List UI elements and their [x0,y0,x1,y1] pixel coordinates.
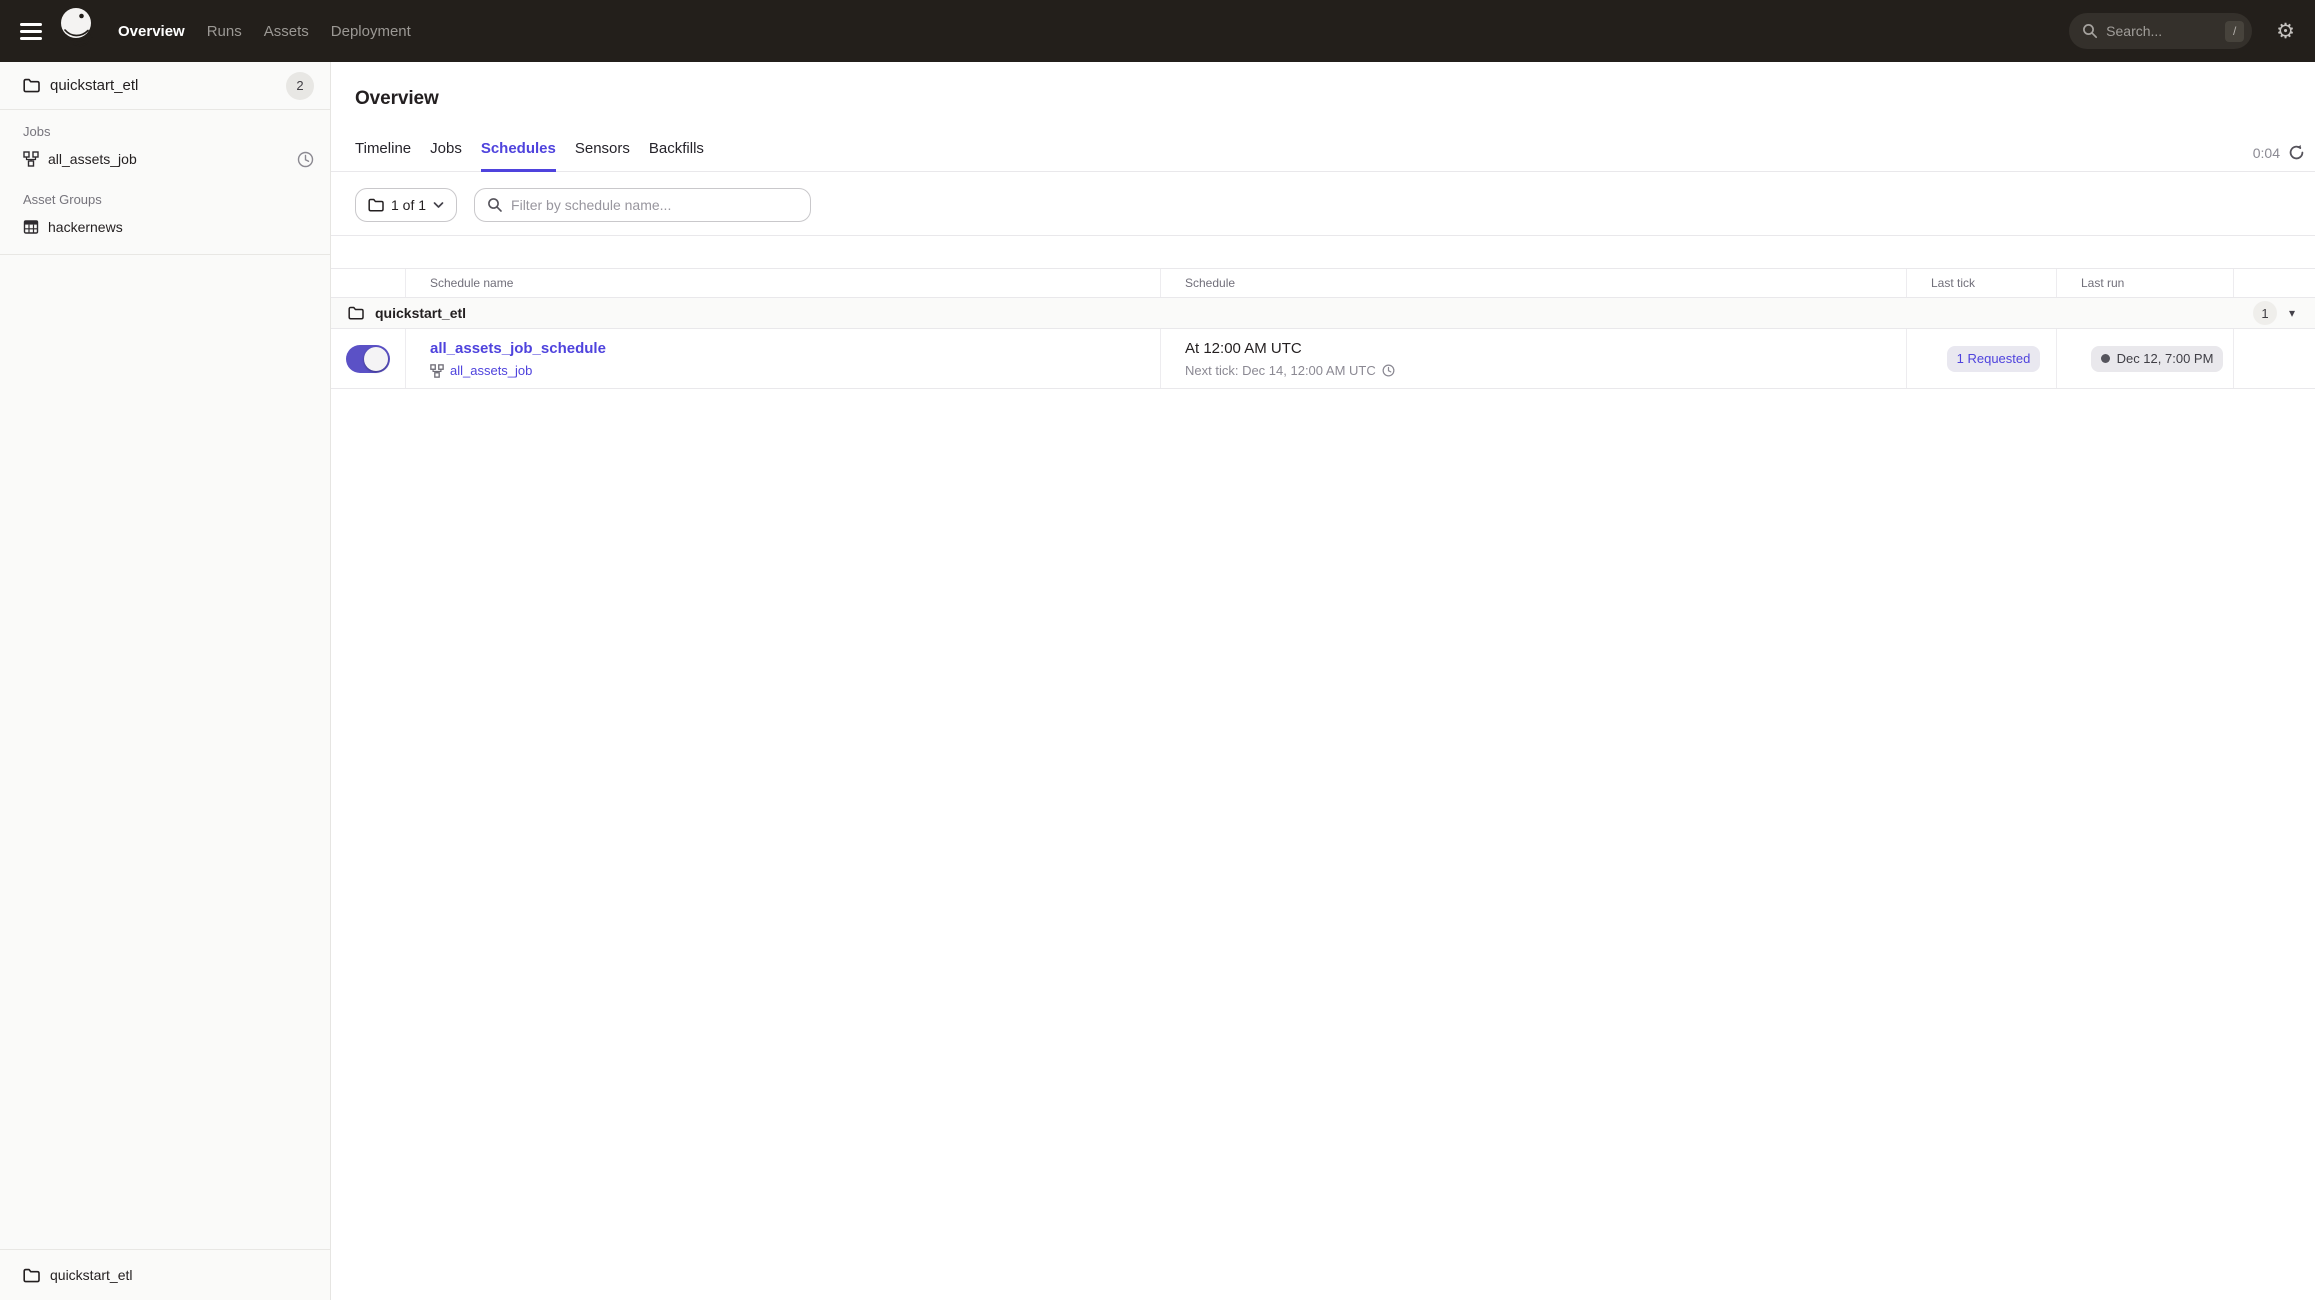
toggle-cell [331,329,406,388]
workspace-name: quickstart_etl [50,77,139,94]
schedules-table: Schedule name Schedule Last tick Last ru… [331,268,2315,389]
last-run-badge[interactable]: Dec 12, 7:00 PM [2090,345,2224,372]
job-link[interactable]: all_assets_job [450,363,532,379]
filter-bar: 1 of 1 [331,172,2315,236]
schedule-row: all_assets_job_schedule all_assets_job A… [331,329,2315,389]
header-last-run: Last run [2057,269,2234,297]
tab-backfills[interactable]: Backfills [649,140,704,172]
job-item-label: all_assets_job [48,151,137,167]
header-schedule: Schedule [1161,269,1907,297]
folder-icon [23,78,40,93]
search-icon [2082,23,2098,39]
primary-nav: Overview Runs Assets Deployment [118,23,411,40]
schedule-filter[interactable] [474,188,812,222]
overview-tabs-row: Timeline Jobs Schedules Sensors Backfill… [331,140,2315,172]
left-sidebar: quickstart_etl 2 Jobs all_assets_job Ass… [0,62,331,1300]
folder-icon [368,198,384,212]
header-toggle-col [331,269,406,297]
search-icon [487,197,503,213]
folder-icon [23,1268,40,1283]
top-nav: Overview Runs Assets Deployment / ⚙ [0,0,2315,62]
footer-workspace-name: quickstart_etl [50,1267,133,1283]
tab-timeline[interactable]: Timeline [355,140,411,172]
tab-sensors[interactable]: Sensors [575,140,630,172]
nav-deployment[interactable]: Deployment [331,23,411,40]
table-header-row: Schedule name Schedule Last tick Last ru… [331,268,2315,298]
main-content: Overview Timeline Jobs Schedules Sensors… [331,62,2315,1300]
cron-readable: At 12:00 AM UTC [1185,339,1302,357]
repo-filter-button[interactable]: 1 of 1 [355,188,458,222]
asset-group-icon [23,219,39,235]
last-run-time: Dec 12, 7:00 PM [2116,351,2214,366]
tab-schedules[interactable]: Schedules [480,140,556,172]
repo-filter-label: 1 of 1 [391,197,427,213]
asset-group-item-label: hackernews [48,219,123,235]
last-tick-cell: 1 Requested [1907,329,2057,388]
header-last-tick: Last tick [1907,269,2057,297]
header-actions-col [2234,269,2315,297]
settings-gear-icon[interactable]: ⚙ [2276,21,2295,42]
group-count-badge: 1 [2252,301,2277,325]
nav-right: / ⚙ [2069,13,2315,49]
dagster-app: Overview Runs Assets Deployment / ⚙ qui [0,0,2315,1300]
next-tick-line: Next tick: Dec 14, 12:00 AM UTC [1185,363,1906,379]
search-input[interactable] [2106,23,2226,39]
chevron-down-icon [433,201,444,209]
workspace-row[interactable]: quickstart_etl 2 [0,62,330,110]
overview-tabs: Timeline Jobs Schedules Sensors Backfill… [355,140,704,172]
page-title: Overview [355,88,439,109]
folder-icon [348,306,364,320]
schedule-name-link[interactable]: all_assets_job_schedule [430,339,1160,358]
refresh-status: 0:04 [2253,144,2305,171]
tab-jobs[interactable]: Jobs [430,140,462,172]
refresh-icon[interactable] [2288,144,2305,161]
schedule-clock-icon [297,151,314,168]
repo-group-row[interactable]: quickstart_etl 1 ▾ [331,298,2315,329]
schedule-toggle[interactable] [346,344,390,373]
workspace-count-badge: 2 [286,71,314,100]
last-run-cell: Dec 12, 7:00 PM [2057,329,2234,388]
run-status-dot-icon [2100,354,2110,363]
nav-runs[interactable]: Runs [207,23,242,40]
schedule-cell: At 12:00 AM UTC Next tick: Dec 14, 12:00… [1161,329,1907,388]
dagster-logo-icon[interactable] [58,6,100,56]
schedule-name-cell: all_assets_job_schedule all_assets_job [406,329,1161,388]
job-icon [430,363,444,378]
refresh-countdown: 0:04 [2252,144,2280,161]
last-tick-badge[interactable]: 1 Requested [1946,345,2041,372]
sidebar-item-hackernews[interactable]: hackernews [0,211,330,243]
sidebar-footer-workspace[interactable]: quickstart_etl [0,1249,330,1300]
nav-overview[interactable]: Overview [118,23,185,40]
nav-assets[interactable]: Assets [264,23,309,40]
toggle-knob [364,346,388,371]
job-icon [23,151,39,167]
schedule-filter-input[interactable] [511,197,801,213]
workspace-contents: Jobs all_assets_job Asset Groups hackern… [0,110,330,255]
clock-icon [1382,364,1395,377]
repo-group-name: quickstart_etl [375,305,467,321]
next-tick-text: Next tick: Dec 14, 12:00 AM UTC [1185,362,1376,378]
row-actions-cell [2234,329,2315,388]
asset-groups-section-title: Asset Groups [23,192,102,207]
schedule-job-line: all_assets_job [430,363,1160,379]
menu-icon[interactable] [20,22,42,40]
global-search[interactable]: / [2069,13,2253,49]
header-schedule-name: Schedule name [406,269,1161,297]
app-shell: quickstart_etl 2 Jobs all_assets_job Ass… [0,62,2315,1300]
collapse-caret-icon[interactable]: ▾ [2289,306,2295,320]
search-shortcut-key: / [2225,20,2245,42]
sidebar-item-all-assets-job[interactable]: all_assets_job [0,143,330,175]
jobs-section-title: Jobs [23,124,51,139]
